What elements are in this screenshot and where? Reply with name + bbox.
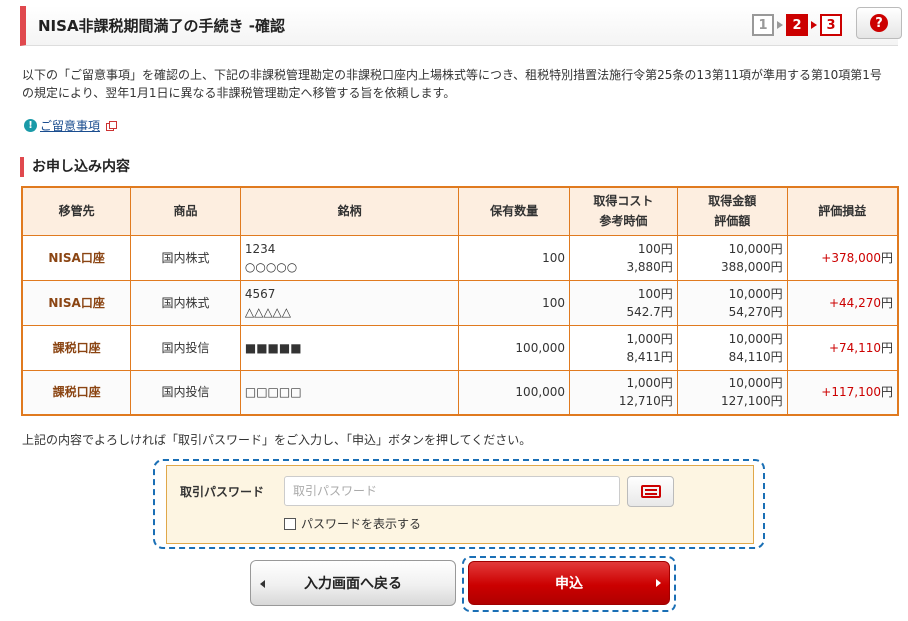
row-name: 1234 ○○○○○ (239, 234, 460, 281)
external-window-icon (106, 121, 118, 131)
exclamation-icon: ! (24, 119, 37, 132)
header-name: 銘柄 (239, 186, 460, 236)
row-gain: +378,000円 (786, 234, 899, 281)
show-password-checkbox[interactable] (284, 517, 296, 530)
row-cost: 100円 542.7円 (569, 279, 678, 326)
table-row: 課税口座 国内投信 ■■■■■ 100,000 1,000円 8,411円 10,… (21, 324, 899, 371)
page-header: NISA非課税期間満了の手続き -確認 1 2 3 ? (20, 6, 902, 46)
table-row: 課税口座 国内投信 □□□□□ 100,000 1,000円 12,710円 10… (21, 369, 899, 416)
step-arrow-icon (777, 21, 783, 29)
row-amount: 10,000円 54,270円 (676, 279, 788, 326)
row-qty: 100,000 (458, 324, 571, 371)
row-gain: +74,110円 (786, 324, 899, 371)
row-product: 国内株式 (130, 234, 241, 281)
row-name: 4567 △△△△△ (239, 279, 460, 326)
row-qty: 100 (458, 234, 571, 281)
row-name: ■■■■■ (239, 324, 460, 371)
header-qty: 保有数量 (458, 186, 571, 236)
table-row: NISA口座 国内株式 4567 △△△△△ 100 100円 542.7円 10,… (21, 279, 899, 326)
row-product: 国内投信 (130, 369, 241, 416)
question-icon: ? (870, 14, 888, 32)
table-header-row: 移管先 商品 銘柄 保有数量 取得コスト 参考時価 取得金額 評価額 評価損益 (21, 186, 899, 236)
show-password-toggle[interactable]: パスワードを表示する (284, 515, 421, 532)
header-cost: 取得コスト 参考時価 (569, 186, 678, 236)
row-amount: 10,000円 388,000円 (676, 234, 788, 281)
row-cost: 1,000円 12,710円 (569, 369, 678, 416)
row-gain: +44,270円 (786, 279, 899, 326)
show-password-label: パスワードを表示する (301, 517, 422, 531)
chevron-right-icon (656, 579, 661, 587)
row-product: 国内投信 (130, 324, 241, 371)
row-dest: NISA口座 (21, 279, 132, 326)
password-label: 取引パスワード (180, 485, 265, 499)
software-keyboard-button[interactable] (627, 476, 674, 507)
step-indicator: 1 2 3 (752, 14, 842, 36)
row-amount: 10,000円 84,110円 (676, 324, 788, 371)
intro-text: 以下の「ご留意事項」を確認の上、下記の非課税管理勘定の非課税口座内上場株式等につ… (22, 68, 882, 100)
row-product: 国内株式 (130, 279, 241, 326)
chevron-left-icon (260, 580, 265, 588)
step-3: 3 (820, 14, 842, 36)
row-gain: +117,100円 (786, 369, 899, 416)
keyboard-icon (640, 485, 661, 498)
order-table: 移管先 商品 銘柄 保有数量 取得コスト 参考時価 取得金額 評価額 評価損益 NI… (21, 186, 899, 416)
submit-button-label: 申込 (555, 576, 583, 592)
confirm-instructions: 上記の内容でよろしければ「取引パスワード」をご入力し、「申込」ボタンを押してくだ… (22, 433, 532, 447)
back-button-label: 入力画面へ戻る (304, 576, 402, 592)
row-amount: 10,000円 127,100円 (676, 369, 788, 416)
header-dest: 移管先 (21, 186, 132, 236)
row-cost: 1,000円 8,411円 (569, 324, 678, 371)
row-dest: 課税口座 (21, 369, 132, 416)
row-qty: 100,000 (458, 369, 571, 416)
notice-link-label[interactable]: ご留意事項 (40, 117, 100, 134)
page-title: NISA非課税期間満了の手続き -確認 (38, 17, 285, 35)
header-product: 商品 (130, 186, 241, 236)
step-arrow-icon (811, 21, 817, 29)
back-button[interactable]: 入力画面へ戻る (250, 560, 456, 606)
step-1: 1 (752, 14, 774, 36)
help-button[interactable]: ? (856, 7, 902, 39)
row-cost: 100円 3,880円 (569, 234, 678, 281)
notice-link[interactable]: ! ご留意事項 (24, 117, 118, 134)
row-dest: 課税口座 (21, 324, 132, 371)
section-title: お申し込み内容 (20, 157, 130, 177)
row-dest: NISA口座 (21, 234, 132, 281)
step-2-current: 2 (786, 14, 808, 36)
password-input[interactable] (284, 476, 620, 506)
table-row: NISA口座 国内株式 1234 ○○○○○ 100 100円 3,880円 10,… (21, 234, 899, 281)
row-qty: 100 (458, 279, 571, 326)
header-gain: 評価損益 (786, 186, 899, 236)
submit-button[interactable]: 申込 (468, 561, 670, 605)
row-name: □□□□□ (239, 369, 460, 416)
header-amount: 取得金額 評価額 (676, 186, 788, 236)
